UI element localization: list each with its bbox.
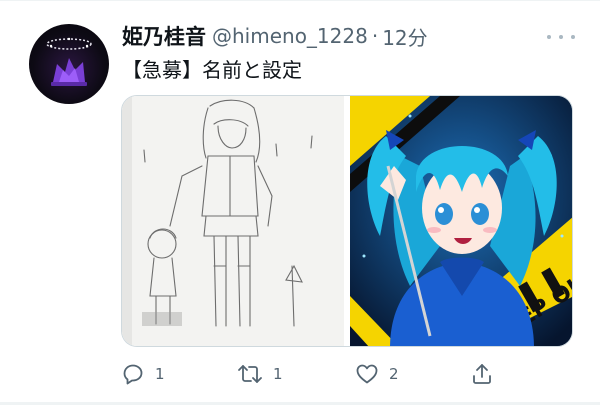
more-dot — [571, 35, 575, 39]
pencil-sketch-image[interactable] — [122, 96, 344, 346]
like-button[interactable]: 2 — [355, 358, 399, 390]
timestamp[interactable]: 12分 — [382, 22, 427, 51]
more-dots-icon — [547, 35, 551, 39]
tweet-text: 【急募】名前と設定 — [122, 58, 302, 82]
top-divider — [0, 0, 600, 1]
media-grid: KEEP OUT — [121, 95, 573, 347]
more-dot — [559, 35, 563, 39]
retweet-count: 1 — [273, 365, 283, 383]
share-button[interactable] — [470, 358, 494, 390]
share-icon — [473, 364, 491, 384]
digital-illustration-image[interactable]: KEEP OUT — [350, 96, 572, 346]
avatar-crown-icon — [46, 37, 92, 86]
action-bar: 1 1 2 — [0, 358, 600, 390]
more-options-button[interactable] — [547, 30, 575, 44]
retweet-button[interactable]: 1 — [237, 358, 283, 390]
heart-icon — [356, 364, 378, 384]
reply-count: 1 — [155, 365, 165, 383]
avatar[interactable] — [29, 24, 109, 104]
tweet-header: 姫乃桂音 @himeno_1228 · 12分 — [122, 22, 428, 50]
separator-dot: · — [371, 24, 379, 48]
retweet-icon — [238, 365, 262, 383]
like-count: 2 — [389, 365, 399, 383]
display-name[interactable]: 姫乃桂音 — [122, 21, 206, 51]
reply-icon — [123, 364, 143, 385]
user-handle[interactable]: @himeno_1228 — [212, 24, 368, 48]
reply-button[interactable]: 1 — [121, 358, 165, 390]
